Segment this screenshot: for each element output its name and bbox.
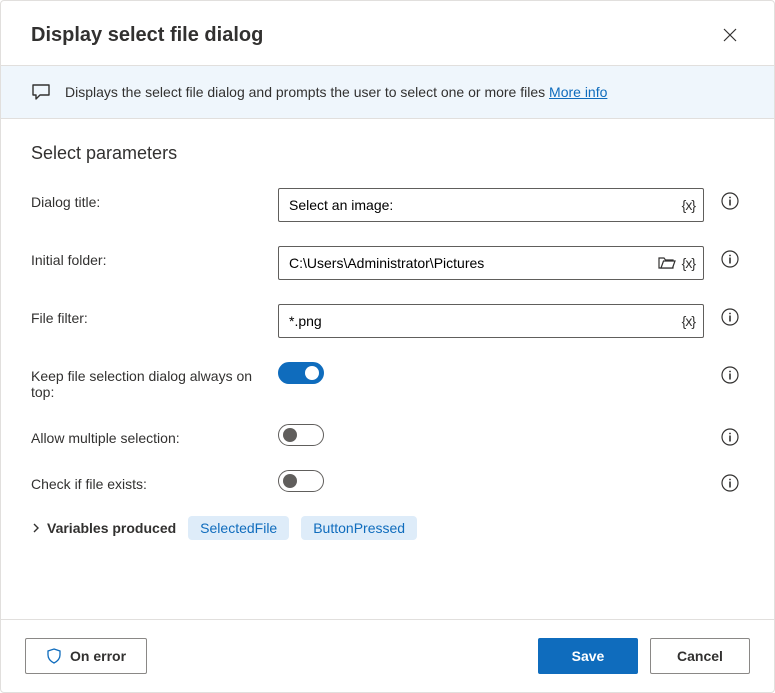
banner-text-content: Displays the select file dialog and prom… bbox=[65, 84, 549, 100]
param-row-file-filter: File filter: {x} bbox=[31, 304, 744, 338]
label-file-filter: File filter: bbox=[31, 304, 266, 326]
banner-text: Displays the select file dialog and prom… bbox=[65, 84, 607, 100]
on-error-label: On error bbox=[70, 648, 126, 664]
info-icon[interactable] bbox=[721, 308, 739, 326]
content: Select parameters Dialog title: {x} Init… bbox=[1, 119, 774, 619]
section-title: Select parameters bbox=[31, 143, 744, 164]
close-icon bbox=[722, 27, 738, 43]
dialog-footer: On error Save Cancel bbox=[1, 619, 774, 692]
dialog-header: Display select file dialog bbox=[1, 1, 774, 65]
label-dialog-title: Dialog title: bbox=[31, 188, 266, 210]
variable-pill[interactable]: SelectedFile bbox=[188, 516, 289, 540]
input-wrap-dialog-title: {x} bbox=[278, 188, 704, 222]
toggle-allow-multiple[interactable] bbox=[278, 424, 324, 446]
label-check-exists: Check if file exists: bbox=[31, 470, 266, 492]
dialog-title: Display select file dialog bbox=[31, 24, 263, 47]
info-icon[interactable] bbox=[721, 428, 739, 446]
info-icon[interactable] bbox=[721, 250, 739, 268]
folder-browse-icon[interactable] bbox=[658, 255, 676, 271]
label-allow-multiple: Allow multiple selection: bbox=[31, 424, 266, 446]
info-icon[interactable] bbox=[721, 366, 739, 384]
variables-label: Variables produced bbox=[47, 520, 176, 536]
variable-icon[interactable]: {x} bbox=[682, 197, 695, 213]
param-row-allow-multiple: Allow multiple selection: bbox=[31, 424, 744, 446]
toggle-thumb bbox=[305, 366, 319, 380]
footer-right: Save Cancel bbox=[538, 638, 750, 674]
cancel-button[interactable]: Cancel bbox=[650, 638, 750, 674]
shield-icon bbox=[46, 648, 62, 664]
variables-row: Variables produced SelectedFile ButtonPr… bbox=[31, 516, 744, 540]
chevron-right-icon bbox=[31, 523, 41, 533]
save-button[interactable]: Save bbox=[538, 638, 638, 674]
param-row-always-on-top: Keep file selection dialog always on top… bbox=[31, 362, 744, 400]
save-label: Save bbox=[572, 648, 605, 664]
dialog: Display select file dialog Displays the … bbox=[0, 0, 775, 693]
label-always-on-top: Keep file selection dialog always on top… bbox=[31, 362, 266, 400]
close-button[interactable] bbox=[716, 21, 744, 49]
info-banner: Displays the select file dialog and prom… bbox=[1, 65, 774, 119]
param-row-dialog-title: Dialog title: {x} bbox=[31, 188, 744, 222]
input-wrap-file-filter: {x} bbox=[278, 304, 704, 338]
variable-icon[interactable]: {x} bbox=[682, 313, 695, 329]
param-row-check-exists: Check if file exists: bbox=[31, 470, 744, 492]
on-error-button[interactable]: On error bbox=[25, 638, 147, 674]
initial-folder-input[interactable] bbox=[287, 254, 652, 272]
variable-icon[interactable]: {x} bbox=[682, 255, 695, 271]
file-filter-input[interactable] bbox=[287, 312, 676, 330]
variable-pill[interactable]: ButtonPressed bbox=[301, 516, 417, 540]
label-initial-folder: Initial folder: bbox=[31, 246, 266, 268]
toggle-thumb bbox=[283, 428, 297, 442]
more-info-link[interactable]: More info bbox=[549, 84, 607, 100]
comment-icon bbox=[31, 82, 51, 102]
info-icon[interactable] bbox=[721, 192, 739, 210]
toggle-check-exists[interactable] bbox=[278, 470, 324, 492]
cancel-label: Cancel bbox=[677, 648, 723, 664]
toggle-always-on-top[interactable] bbox=[278, 362, 324, 384]
info-icon[interactable] bbox=[721, 474, 739, 492]
toggle-thumb bbox=[283, 474, 297, 488]
variables-toggle[interactable]: Variables produced bbox=[31, 520, 176, 536]
param-row-initial-folder: Initial folder: {x} bbox=[31, 246, 744, 280]
input-wrap-initial-folder: {x} bbox=[278, 246, 704, 280]
dialog-title-input[interactable] bbox=[287, 196, 676, 214]
